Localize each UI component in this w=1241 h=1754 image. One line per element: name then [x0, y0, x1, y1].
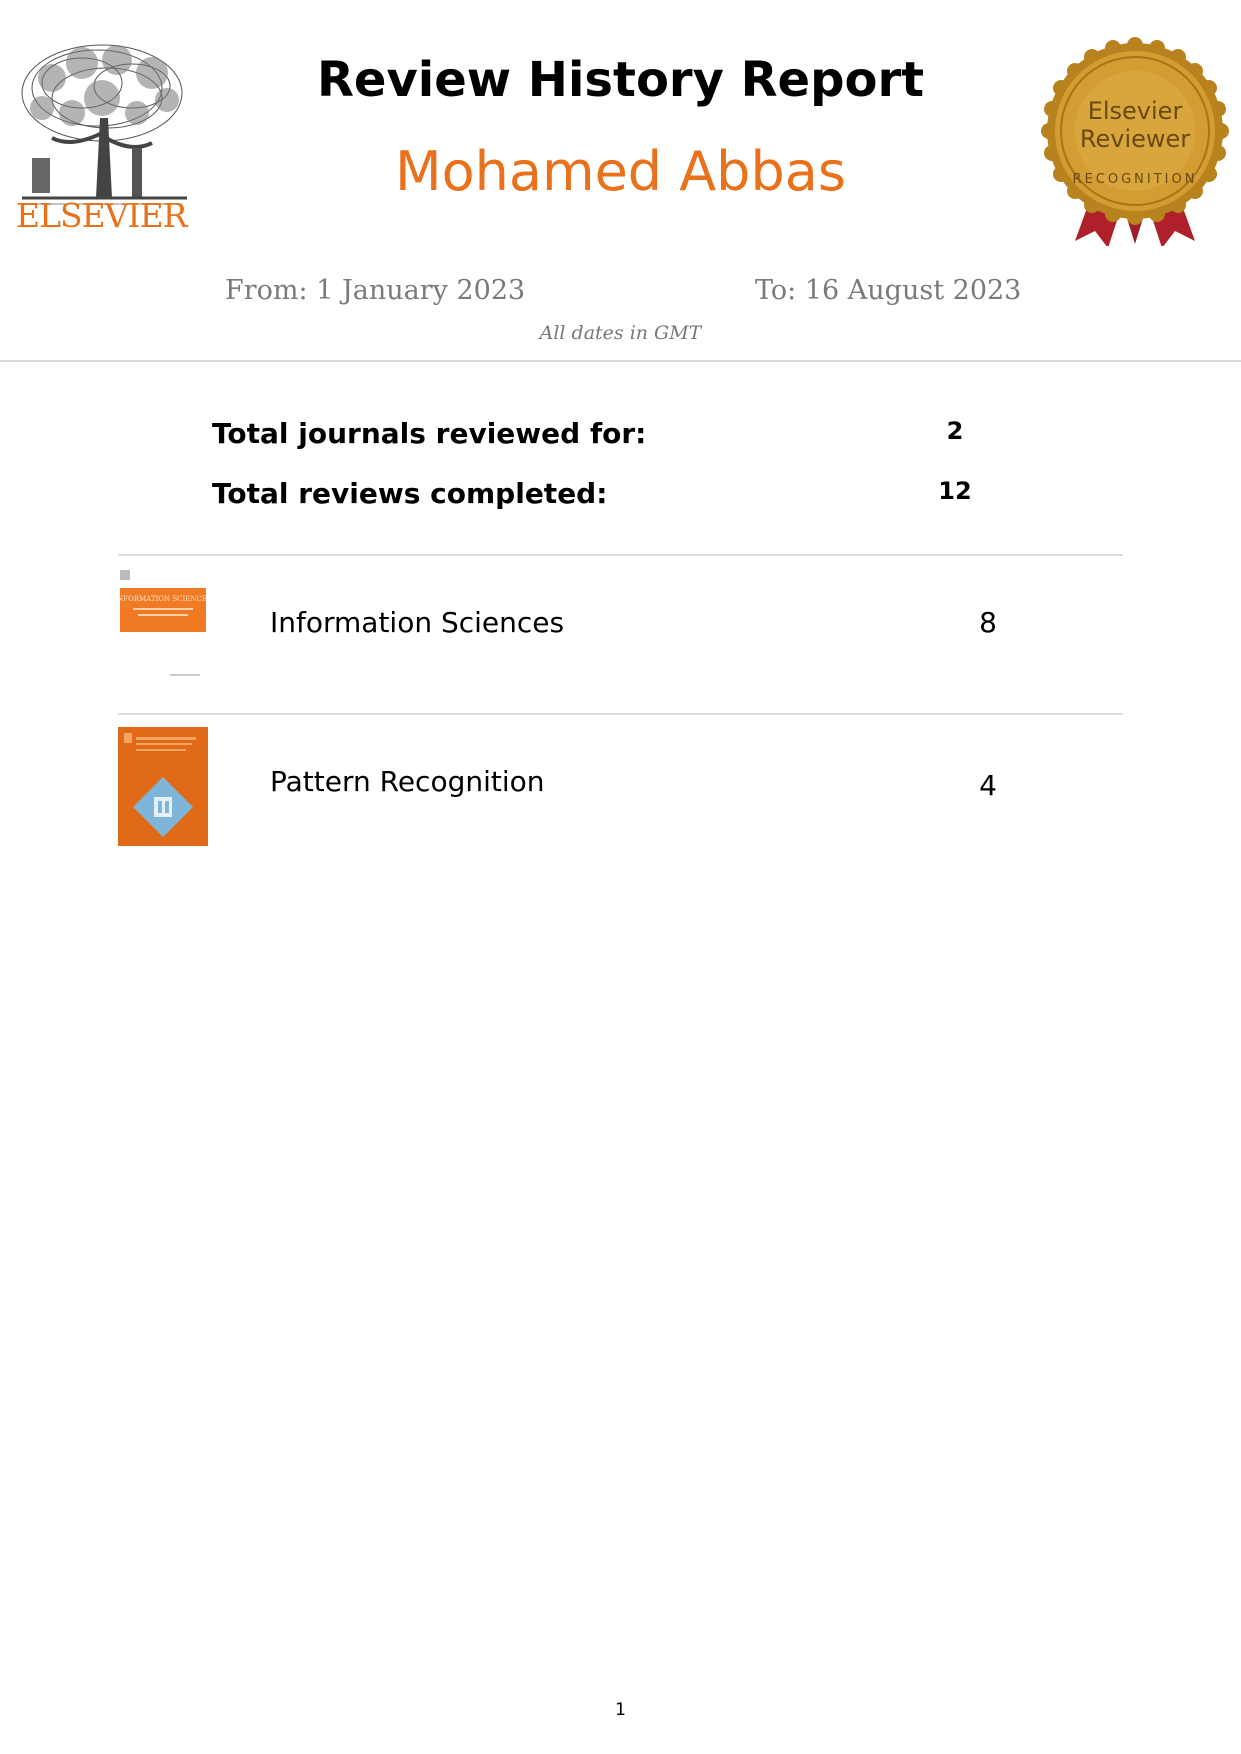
journal-row: Pattern Recognition 4 [118, 727, 1123, 867]
date-from: From: 1 January 2023 [225, 275, 526, 306]
information-sciences-cover-thumbnail: INFORMATION SCIENCES [118, 568, 208, 683]
total-reviews-label: Total reviews completed: [212, 477, 608, 510]
seal-line2: Reviewer [1080, 125, 1190, 153]
reviewer-recognition-seal-icon: Elsevier Reviewer RECOGNITION [1041, 37, 1229, 246]
page-number: 1 [615, 1700, 626, 1720]
journal-row: INFORMATION SCIENCES Information Science… [118, 568, 1123, 708]
cover-title-text: INFORMATION SCIENCES [118, 595, 208, 603]
timezone-note: All dates in GMT [539, 322, 702, 344]
seal-arc-text: RECOGNITION [1073, 172, 1198, 187]
section-divider [118, 554, 1123, 556]
row-divider [118, 713, 1123, 715]
total-journals-label: Total journals reviewed for: [212, 417, 647, 450]
seal-line1: Elsevier [1088, 97, 1183, 125]
journal-name: Information Sciences [270, 606, 565, 639]
journal-review-count: 8 [979, 606, 997, 639]
header-divider [0, 360, 1241, 362]
journal-name: Pattern Recognition [270, 765, 545, 798]
pattern-recognition-cover-thumbnail [118, 727, 208, 846]
total-journals-value: 2 [946, 417, 964, 445]
date-to: To: 16 August 2023 [755, 275, 1022, 306]
journal-review-count: 4 [979, 769, 997, 802]
total-reviews-value: 12 [938, 477, 972, 505]
